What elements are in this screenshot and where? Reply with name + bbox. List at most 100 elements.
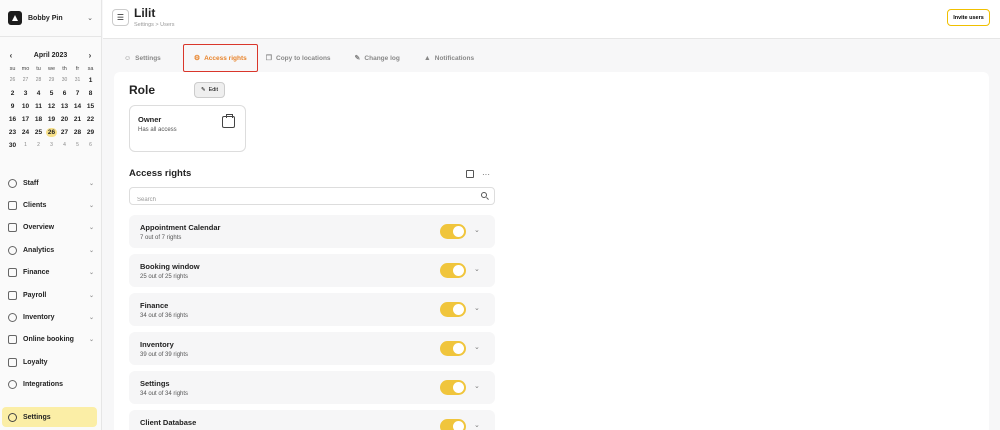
access-right-row[interactable]: Client Database ⌄ — [129, 410, 495, 430]
calendar-day[interactable]: 26 — [6, 74, 19, 87]
calendar-day[interactable]: 30 — [6, 139, 19, 152]
calendar-day[interactable]: 30 — [58, 74, 71, 87]
sidebar-item-analytics[interactable]: Analytics ⌄ — [0, 239, 102, 261]
sidebar-item-label: Online booking — [23, 336, 74, 344]
calendar-day[interactable]: 24 — [19, 126, 32, 139]
calendar-day[interactable]: 10 — [19, 100, 32, 113]
calendar-day[interactable]: 12 — [45, 100, 58, 113]
access-right-row[interactable]: Inventory 39 out of 39 rights ⌄ — [129, 332, 495, 365]
brand-logo — [8, 11, 22, 25]
chevron-down-icon[interactable]: ⌄ — [474, 421, 480, 429]
calendar-day[interactable]: 3 — [19, 87, 32, 100]
calendar-day[interactable]: 6 — [84, 139, 97, 152]
edit-role-button[interactable]: ✎ Edit — [194, 82, 225, 98]
sidebar-item-loyalty[interactable]: Loyalty — [0, 351, 102, 373]
sidebar-item-payroll[interactable]: Payroll ⌄ — [0, 284, 102, 306]
calendar-day[interactable]: 29 — [45, 74, 58, 87]
sidebar-item-integrations[interactable]: Integrations — [0, 374, 102, 396]
chevron-down-icon[interactable]: ⌄ — [474, 226, 480, 234]
calendar-day[interactable]: 17 — [19, 113, 32, 126]
search-icon[interactable] — [481, 192, 487, 198]
calendar-day[interactable]: 18 — [32, 113, 45, 126]
business-switcher[interactable]: Bobby Pin ⌄ — [0, 0, 101, 36]
access-right-toggle[interactable] — [440, 224, 466, 239]
sidebar-item-finance[interactable]: Finance ⌄ — [0, 262, 102, 284]
calendar-day[interactable]: 27 — [19, 74, 32, 87]
chevron-down-icon[interactable]: ⌄ — [474, 382, 480, 390]
more-icon[interactable]: ··· — [482, 170, 490, 179]
chevron-right-icon[interactable]: › — [85, 51, 95, 60]
sidebar-item-settings[interactable]: Settings — [2, 407, 97, 427]
sidebar-item-inventory[interactable]: Inventory ⌄ — [0, 306, 102, 328]
menu-icon[interactable]: ☰ — [112, 9, 129, 26]
calendar-day-number: 5 — [49, 90, 54, 97]
breadcrumb-users[interactable]: Users — [160, 22, 174, 28]
chevron-down-icon: ⌄ — [88, 337, 94, 344]
sidebar-item-overview[interactable]: Overview ⌄ — [0, 217, 102, 239]
tab-copy-to-locations[interactable]: ❐ Copy to locations — [266, 44, 355, 72]
access-right-toggle[interactable] — [440, 380, 466, 395]
calendar-day[interactable]: 16 — [6, 113, 19, 126]
tab-bar: ☺ Settings ⚙ Access rights ❐ Copy to location… — [114, 44, 498, 72]
calendar-day[interactable]: 11 — [32, 100, 45, 113]
calendar-day-today[interactable]: 26 — [45, 126, 58, 139]
access-right-toggle[interactable] — [440, 341, 466, 356]
calendar-day[interactable]: 1 — [19, 139, 32, 152]
calendar-day[interactable]: 9 — [6, 100, 19, 113]
invite-users-button[interactable]: Invite users — [947, 9, 990, 26]
calendar-day[interactable]: 28 — [32, 74, 45, 87]
role-card[interactable]: Owner Has all access — [129, 105, 246, 152]
calendar-day-number: 20 — [60, 116, 69, 123]
calendar-day[interactable]: 22 — [84, 113, 97, 126]
calendar-day[interactable]: 31 — [71, 74, 84, 87]
access-right-toggle[interactable] — [440, 263, 466, 278]
calendar-day[interactable]: 8 — [84, 87, 97, 100]
calendar-day[interactable]: 20 — [58, 113, 71, 126]
tab-settings[interactable]: ☺ Settings — [114, 44, 175, 72]
calendar-day[interactable]: 1 — [84, 74, 97, 87]
calendar-day[interactable]: 27 — [58, 126, 71, 139]
access-right-toggle[interactable] — [440, 302, 466, 317]
calendar-day[interactable]: 5 — [45, 87, 58, 100]
chevron-down-icon: ⌄ — [88, 225, 94, 232]
chevron-down-icon[interactable]: ⌄ — [474, 343, 480, 351]
calendar-day[interactable]: 4 — [32, 87, 45, 100]
tab-notifications[interactable]: ▲ Notifications — [424, 44, 498, 72]
chevron-down-icon[interactable]: ⌄ — [474, 265, 480, 273]
calendar-day[interactable]: 15 — [84, 100, 97, 113]
sidebar-item-staff[interactable]: Staff ⌄ — [0, 172, 102, 194]
access-right-row[interactable]: Booking window 25 out of 25 rights ⌄ — [129, 254, 495, 287]
calendar-day[interactable]: 7 — [71, 87, 84, 100]
calendar-day[interactable]: 29 — [84, 126, 97, 139]
access-right-toggle[interactable] — [440, 419, 466, 430]
calendar-day[interactable]: 5 — [71, 139, 84, 152]
calendar-day[interactable]: 6 — [58, 87, 71, 100]
calendar-day-number: 25 — [34, 129, 43, 136]
chevron-down-icon[interactable]: ⌄ — [474, 304, 480, 312]
access-right-row[interactable]: Appointment Calendar 7 out of 7 rights ⌄ — [129, 215, 495, 248]
chevron-left-icon[interactable]: ‹ — [6, 51, 16, 60]
tab-label: Change log — [364, 54, 400, 62]
access-right-row[interactable]: Finance 34 out of 36 rights ⌄ — [129, 293, 495, 326]
copy-icon: ❐ — [265, 55, 273, 62]
calendar-day-number: 31 — [74, 77, 81, 83]
calendar-day[interactable]: 25 — [32, 126, 45, 139]
calendar-day[interactable]: 28 — [71, 126, 84, 139]
calendar-day[interactable]: 2 — [6, 87, 19, 100]
tab-access-rights[interactable]: ⚙ Access rights — [182, 44, 258, 72]
tab-change-log[interactable]: ✎ Change log — [355, 44, 424, 72]
breadcrumb-settings[interactable]: Settings — [134, 22, 154, 28]
sidebar-item-clients[interactable]: Clients ⌄ — [0, 194, 102, 216]
calendar-day[interactable]: 19 — [45, 113, 58, 126]
calendar-day[interactable]: 13 — [58, 100, 71, 113]
copy-icon[interactable] — [466, 170, 474, 178]
access-right-row[interactable]: Settings 34 out of 34 rights ⌄ — [129, 371, 495, 404]
calendar-day[interactable]: 14 — [71, 100, 84, 113]
calendar-day[interactable]: 23 — [6, 126, 19, 139]
calendar-day[interactable]: 21 — [71, 113, 84, 126]
calendar-day[interactable]: 3 — [45, 139, 58, 152]
calendar-day[interactable]: 2 — [32, 139, 45, 152]
search-input[interactable] — [137, 192, 477, 208]
sidebar-item-online-booking[interactable]: Online booking ⌄ — [0, 329, 102, 351]
calendar-day[interactable]: 4 — [58, 139, 71, 152]
